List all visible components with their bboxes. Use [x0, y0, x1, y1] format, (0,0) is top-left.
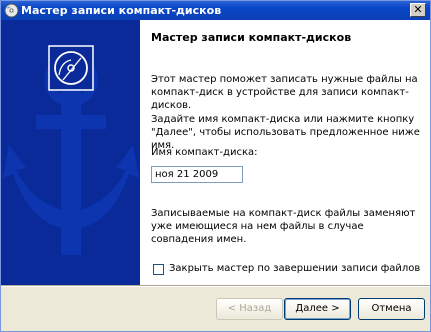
close-wizard-checkbox[interactable] [153, 264, 164, 275]
window-title: Мастер записи компакт-дисков [21, 4, 222, 17]
close-button[interactable]: ✕ [410, 3, 426, 17]
wizard-heading: Мастер записи компакт-дисков [151, 31, 352, 44]
wizard-window: Мастер записи компакт-дисков ✕ Мастер за… [0, 0, 431, 332]
cd-name-label: Имя компакт-диска: [151, 147, 258, 158]
cd-disc-anchor-graphic [1, 20, 140, 285]
title-bar[interactable]: Мастер записи компакт-дисков ✕ [1, 1, 430, 20]
cd-writer-icon [4, 3, 19, 18]
cd-name-input[interactable]: ноя 21 2009 [151, 166, 243, 183]
next-button[interactable]: Далее > [284, 298, 351, 320]
back-button[interactable]: < Назад [216, 298, 283, 320]
close-wizard-checkbox-label[interactable]: Закрыть мастер по завершении записи файл… [169, 263, 420, 274]
button-separator [1, 285, 430, 287]
intro-text: Этот мастер поможет записать нужные файл… [151, 74, 418, 111]
overwrite-note: Записываемые на компакт-диск файлы замен… [151, 208, 416, 245]
cancel-button[interactable]: Отмена [358, 298, 425, 320]
wizard-sidebar-graphic [1, 20, 140, 285]
